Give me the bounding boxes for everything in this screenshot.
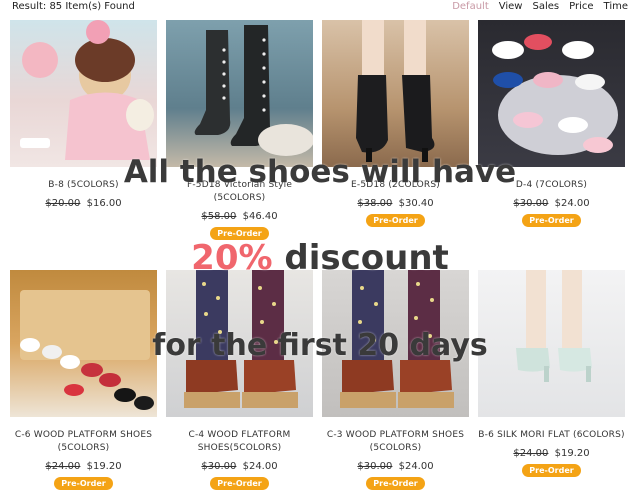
sort-view[interactable]: View	[499, 1, 523, 12]
mary-jane-platform-alt-image	[340, 270, 454, 408]
result-count: Result: 85 Item(s) Found	[12, 1, 135, 12]
sort-options: Default View Sales Price Time	[442, 1, 628, 12]
wood-platform-shoes-image	[20, 290, 154, 410]
pre-order-badge[interactable]: Pre-Order	[210, 227, 269, 240]
original-price: $30.00	[357, 461, 393, 472]
sort-sales[interactable]: Sales	[532, 1, 559, 12]
pre-order-badge[interactable]: Pre-Order	[522, 464, 581, 477]
original-price: $24.00	[45, 461, 81, 472]
product-name[interactable]: B-8 (5COLORS)	[10, 179, 157, 192]
product-prices: $24.00 $19.20	[45, 461, 121, 472]
sale-price: $16.00	[86, 198, 122, 209]
sale-price: $24.00	[242, 461, 278, 472]
product-card[interactable]: C-3 WOOD PLATFORM SHOES (5COLORS) $30.00…	[322, 270, 469, 500]
pre-order-badge[interactable]: Pre-Order	[522, 214, 581, 227]
product-name[interactable]: E-5D18 (2COLORS)	[322, 179, 469, 192]
sort-price[interactable]: Price	[569, 1, 593, 12]
product-name[interactable]: C-4 WOOD FLATFORM SHOES(5COLORS)	[166, 429, 313, 455]
sort-time[interactable]: Time	[604, 1, 628, 12]
product-name[interactable]: C-3 WOOD PLATFORM SHOES (5COLORS)	[322, 429, 469, 455]
sale-price: $30.40	[398, 198, 434, 209]
product-image[interactable]	[10, 20, 157, 167]
product-image[interactable]	[10, 270, 157, 417]
pre-order-badge[interactable]: Pre-Order	[366, 477, 425, 490]
sale-price: $19.20	[554, 448, 590, 459]
original-price: $24.00	[513, 448, 549, 459]
pre-order-badge[interactable]: Pre-Order	[366, 214, 425, 227]
product-image[interactable]	[166, 20, 313, 167]
product-image[interactable]	[166, 270, 313, 417]
original-price: $30.00	[201, 461, 237, 472]
product-card[interactable]: E-5D18 (2COLORS) $38.00 $30.40 Pre-Order	[322, 20, 469, 270]
sale-price: $24.00	[398, 461, 434, 472]
pre-order-badge[interactable]: Pre-Order	[54, 477, 113, 490]
product-card[interactable]: B-8 (5COLORS) $20.00 $16.00	[10, 20, 157, 270]
product-card[interactable]: C-6 WOOD PLATFORM SHOES (5COLORS) $24.00…	[10, 270, 157, 500]
original-price: $20.00	[45, 198, 81, 209]
product-prices: $24.00 $19.20	[513, 448, 589, 459]
pre-order-badge[interactable]: Pre-Order	[210, 477, 269, 490]
assorted-shoes-image	[492, 34, 618, 155]
doll-pink-dress-image	[20, 20, 154, 160]
product-card[interactable]: B-6 SILK MORI FLAT (6COLORS) $24.00 $19.…	[478, 270, 625, 500]
sale-price: $24.00	[554, 198, 590, 209]
victorian-boots-image	[194, 25, 313, 156]
product-prices: $30.00 $24.00	[201, 461, 277, 472]
product-image[interactable]	[322, 270, 469, 417]
lace-up-boots-image	[356, 20, 435, 162]
product-name[interactable]: D-4 (7COLORS)	[478, 179, 625, 192]
sale-price: $46.40	[242, 211, 278, 222]
product-prices: $30.00 $24.00	[513, 198, 589, 209]
product-prices: $30.00 $24.00	[357, 461, 433, 472]
product-image[interactable]	[322, 20, 469, 167]
product-prices: $38.00 $30.40	[357, 198, 433, 209]
sale-price: $19.20	[86, 461, 122, 472]
product-card[interactable]: F-5D18 Victorian Style (5COLORS) $58.00 …	[166, 20, 313, 270]
product-card[interactable]: D-4 (7COLORS) $30.00 $24.00 Pre-Order	[478, 20, 625, 270]
product-listing-page: Result: 85 Item(s) Found Default View Sa…	[0, 0, 640, 500]
product-grid: B-8 (5COLORS) $20.00 $16.00 F-5D18 Victo…	[10, 20, 630, 500]
product-image[interactable]	[478, 270, 625, 417]
original-price: $38.00	[357, 198, 393, 209]
silk-mori-flat-image	[516, 270, 592, 382]
sort-default[interactable]: Default	[452, 1, 489, 12]
product-image[interactable]	[478, 20, 625, 167]
product-prices: $20.00 $16.00	[45, 198, 121, 209]
mary-jane-platform-image	[184, 270, 298, 408]
original-price: $30.00	[513, 198, 549, 209]
product-name[interactable]: C-6 WOOD PLATFORM SHOES (5COLORS)	[10, 429, 157, 455]
product-prices: $58.00 $46.40	[201, 211, 277, 222]
original-price: $58.00	[201, 211, 237, 222]
results-toolbar: Result: 85 Item(s) Found Default View Sa…	[0, 0, 640, 16]
product-name[interactable]: F-5D18 Victorian Style (5COLORS)	[166, 179, 313, 205]
product-card[interactable]: C-4 WOOD FLATFORM SHOES(5COLORS) $30.00 …	[166, 270, 313, 500]
product-name[interactable]: B-6 SILK MORI FLAT (6COLORS)	[478, 429, 625, 442]
